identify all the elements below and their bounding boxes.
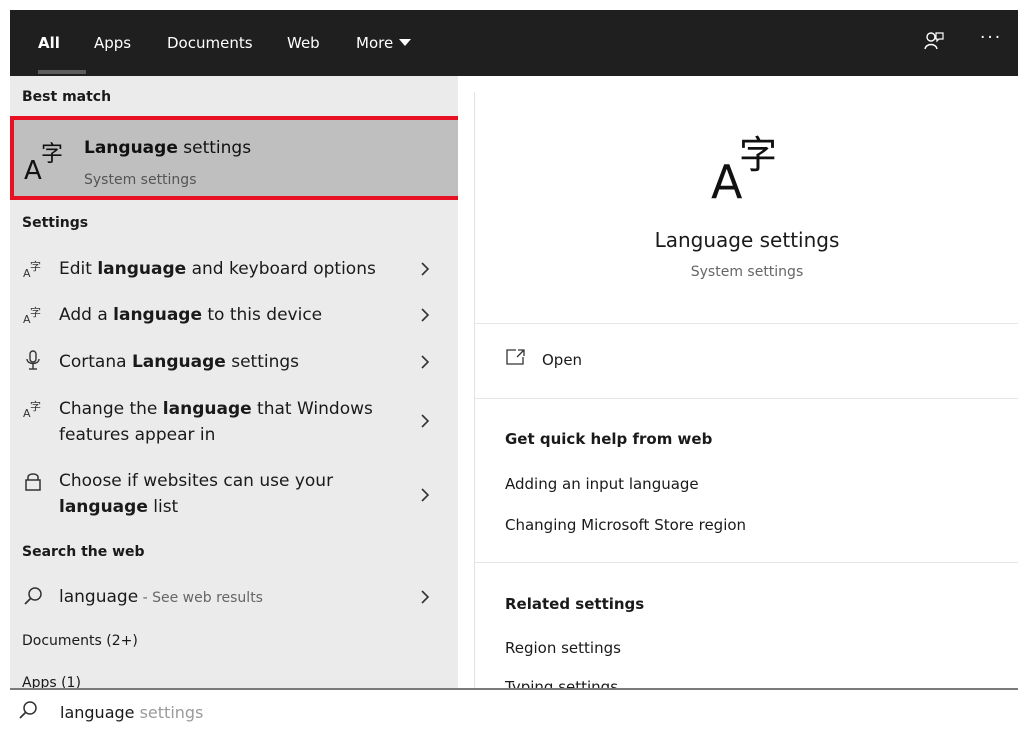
best-match-title: Language settings <box>84 138 252 158</box>
related-settings-header: Related settings <box>505 595 645 613</box>
more-options-icon[interactable]: ··· <box>980 28 1002 48</box>
chevron-right-icon <box>421 308 430 322</box>
tab-more-label: More <box>356 34 394 52</box>
open-button[interactable]: Open <box>542 351 582 369</box>
quick-help-link[interactable]: Adding an input language <box>505 475 699 493</box>
language-icon: A 字 <box>23 305 41 326</box>
quick-help-header: Get quick help from web <box>505 430 713 448</box>
tab-web[interactable]: Web <box>287 34 320 52</box>
tab-apps[interactable]: Apps <box>94 34 131 52</box>
settings-result[interactable]: Choose if websites can use your language … <box>10 468 458 524</box>
settings-header: Settings <box>22 215 89 231</box>
svg-text:字: 字 <box>739 133 777 177</box>
language-icon: A 字 <box>24 142 63 181</box>
language-icon: A 字 <box>23 259 41 280</box>
documents-header[interactable]: Documents (2+) <box>22 633 138 649</box>
svg-text:字: 字 <box>30 259 41 273</box>
tab-more[interactable]: More <box>356 34 412 52</box>
web-result-label: language - See web results <box>59 587 263 607</box>
related-settings-link[interactable]: Region settings <box>505 639 621 657</box>
open-icon <box>506 349 525 365</box>
search-icon <box>19 701 37 719</box>
chevron-right-icon <box>421 488 430 502</box>
result-label: Choose if websites can use your language … <box>59 471 334 517</box>
best-match-subtitle: System settings <box>84 172 197 188</box>
language-icon: A 字 <box>23 399 41 420</box>
web-result[interactable]: language - See web results <box>10 582 458 612</box>
result-label: Change the language that Windows features… <box>59 399 373 445</box>
tab-all[interactable]: All <box>38 34 60 52</box>
chevron-right-icon <box>421 590 430 604</box>
search-box[interactable]: language settings <box>10 688 1018 729</box>
tab-documents[interactable]: Documents <box>167 34 253 52</box>
svg-text:字: 字 <box>41 142 63 167</box>
language-icon: A 字 <box>711 133 777 202</box>
settings-result[interactable]: A 字 Edit language and keyboard options <box>10 254 458 284</box>
results-list: Best match A 字 Language settings System … <box>10 76 458 688</box>
feedback-icon[interactable] <box>923 30 945 57</box>
quick-help-link[interactable]: Changing Microsoft Store region <box>505 516 746 534</box>
divider <box>475 323 1018 324</box>
result-label: Add a language to this device <box>59 305 323 325</box>
preview-subtitle: System settings <box>690 264 804 280</box>
preview-pane: A 字 Language settings System settings Op… <box>474 92 1018 696</box>
search-window: All Apps Documents Web More ··· Best mat… <box>0 0 1018 729</box>
settings-result[interactable]: Cortana Language settings <box>10 347 458 377</box>
divider <box>475 562 1018 563</box>
svg-text:字: 字 <box>30 305 41 319</box>
search-web-header: Search the web <box>22 544 145 560</box>
divider <box>475 398 1018 399</box>
settings-result[interactable]: A 字 Add a language to this device <box>10 300 458 330</box>
microphone-icon <box>26 350 40 370</box>
search-icon <box>24 587 42 605</box>
lock-icon <box>25 473 41 491</box>
search-input[interactable]: language settings <box>60 703 203 722</box>
best-match-item[interactable]: A 字 Language settings System settings <box>10 116 458 200</box>
chevron-right-icon <box>421 262 430 276</box>
chevron-right-icon <box>421 355 430 369</box>
apps-header[interactable]: Apps (1) <box>22 675 81 688</box>
chevron-down-icon <box>399 39 412 46</box>
settings-result[interactable]: A 字 Change the language that Windows feat… <box>10 394 458 450</box>
result-label: Edit language and keyboard options <box>59 259 376 279</box>
search-tabs-bar: All Apps Documents Web More ··· <box>10 10 1018 76</box>
chevron-right-icon <box>421 414 430 428</box>
result-label: Cortana Language settings <box>59 352 300 372</box>
best-match-header: Best match <box>22 89 112 105</box>
preview-title: Language settings <box>654 228 840 252</box>
active-tab-indicator <box>38 70 86 74</box>
svg-text:A: A <box>24 156 42 181</box>
svg-text:字: 字 <box>30 399 41 413</box>
